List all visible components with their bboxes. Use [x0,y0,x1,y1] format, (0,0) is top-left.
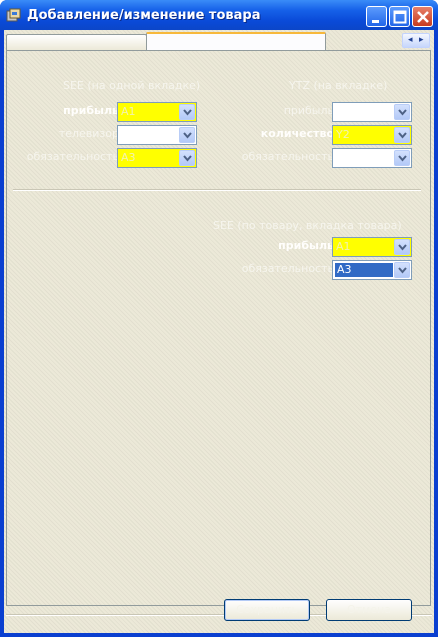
save-button[interactable]: Сохранить [224,599,310,621]
left-row-3-combo[interactable]: A3 [117,148,197,168]
bottom-group-title: SEE (по товару, вкладка товара) [213,219,402,232]
left-row-2-combo[interactable] [117,125,197,145]
close-icon [417,11,429,23]
minimize-button[interactable] [366,6,387,27]
app-window: Добавление/изменение товара ◂ ▸ SEE (на … [0,0,438,637]
tab-2[interactable] [146,32,326,50]
client-area: ◂ ▸ SEE (на одной вкладке) прибыль A1 те… [4,30,434,633]
chevron-down-icon[interactable] [394,150,410,166]
right-row-2-label: количество [260,127,334,140]
bottom-row-2-value: A3 [335,263,393,277]
chevron-down-icon[interactable] [179,104,195,120]
right-row-3-combo[interactable] [332,148,412,168]
left-row-3-value: A3 [121,151,136,164]
minimize-icon [372,20,379,23]
right-row-2-combo[interactable]: Y2 [332,125,412,145]
chevron-down-icon[interactable] [179,150,195,166]
app-icon [6,8,21,22]
right-row-2-value: Y2 [336,128,350,141]
window-title: Добавление/изменение товара [27,8,261,23]
bottom-row-1-label: прибыль [278,239,334,252]
bottom-row-1-combo[interactable]: A1 [332,237,412,257]
cancel-button[interactable]: Отмена [326,599,412,621]
section-divider [13,189,421,191]
bottom-row-2-label: обязательность [241,262,334,275]
chevron-down-icon[interactable] [179,127,195,143]
right-group-title: YTZ (на вкладке) [289,79,388,92]
left-row-1-value: A1 [121,105,136,118]
chevron-down-icon[interactable] [394,104,410,120]
right-row-1-combo[interactable] [332,102,412,122]
title-bar[interactable]: Добавление/изменение товара [0,0,438,30]
right-row-1-label: прибыль [283,104,334,117]
bottom-row-1-value: A1 [336,240,351,253]
tab-strip: ◂ ▸ [4,32,434,50]
close-button[interactable] [412,6,433,27]
left-row-1-label: прибыль [63,104,119,117]
tab-scroll-buttons[interactable]: ◂ ▸ [402,33,430,48]
left-row-1-combo[interactable]: A1 [117,102,197,122]
chevron-right-icon[interactable]: ▸ [419,35,424,45]
bottom-row-2-combo[interactable]: A3 [332,260,412,280]
chevron-down-icon[interactable] [394,239,410,255]
maximize-button[interactable] [389,6,410,27]
left-row-3-label: обязательность [26,150,119,163]
tab-panel: SEE (на одной вкладке) прибыль A1 телеви… [6,50,431,606]
left-row-2-label: телевизор [58,127,119,140]
chevron-down-icon[interactable] [394,262,410,278]
left-group-title: SEE (на одной вкладке) [63,79,201,92]
right-row-3-label: обязательность [241,150,334,163]
chevron-left-icon[interactable]: ◂ [408,35,413,45]
maximize-icon [393,10,407,24]
chevron-down-icon[interactable] [394,127,410,143]
tab-1[interactable] [6,34,147,50]
